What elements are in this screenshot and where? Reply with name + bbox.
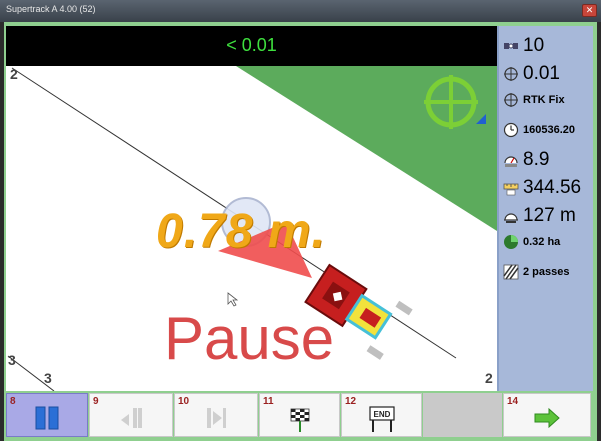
passes-value: 2 passes — [523, 266, 570, 278]
right-turn-button[interactable]: 10 — [174, 393, 258, 437]
end-button[interactable]: 12 END — [341, 393, 422, 437]
empty-slot — [423, 393, 502, 437]
implement-icon — [503, 208, 519, 224]
accuracy-row: 0.01 — [503, 62, 560, 86]
pass-label: 2 — [485, 370, 493, 386]
next-button[interactable]: 14 — [503, 393, 591, 437]
end-flag-icon: END — [342, 402, 421, 434]
clock-icon — [503, 122, 519, 138]
crosshair-icon — [503, 92, 519, 108]
start-button[interactable]: 11 — [259, 393, 340, 437]
close-icon[interactable]: ✕ — [582, 4, 597, 17]
offset-distance: 0.78 m. — [156, 205, 326, 258]
width-row: 127 m — [503, 204, 576, 228]
ruler-icon — [503, 180, 519, 196]
pass-label: 3 — [8, 352, 16, 368]
pause-button[interactable]: 8 — [6, 393, 88, 437]
width-value: 127 m — [523, 205, 576, 226]
cross-track-error: < 0.01 — [226, 35, 277, 55]
crosshair-icon — [503, 66, 519, 82]
pass-label: 2 — [10, 66, 18, 82]
right-turn-icon — [175, 402, 257, 434]
satellites-row: 10 — [503, 34, 544, 58]
speed-row: 8.9 — [503, 148, 549, 172]
speed-value: 8.9 — [523, 149, 550, 170]
satellite-icon — [503, 38, 519, 54]
accuracy-value: 0.01 — [523, 63, 560, 84]
left-turn-icon — [90, 402, 172, 434]
area-value: 0.32 ha — [523, 236, 561, 248]
title-bar: Supertrack A 4.00 (52) ✕ — [0, 0, 601, 22]
satellite-count: 10 — [523, 35, 545, 56]
pause-icon — [7, 402, 87, 434]
passes-row: 2 passes — [503, 260, 569, 284]
field-map[interactable]: 2 3 3 2 0.78 m. Pause — [6, 66, 497, 391]
area-row: 0.32 ha — [503, 230, 560, 254]
fix-row: RTK Fix — [503, 88, 565, 112]
app-window: Supertrack A 4.00 (52) ✕ < 0.01 2 3 3 2 … — [0, 0, 601, 441]
time-row: 160536.20 — [503, 118, 575, 142]
fix-type: RTK Fix — [523, 94, 565, 106]
next-arrow-icon — [504, 402, 590, 434]
bottom-toolbar: 8 9 10 11 12 END 14 — [6, 393, 593, 439]
status-panel: 10 0.01 RTK Fix 160536.20 8.9 344.56 127… — [497, 26, 593, 391]
time-value: 160536.20 — [523, 124, 575, 136]
pause-status: Pause — [164, 305, 335, 372]
area-icon — [503, 234, 519, 250]
end-flag-label: END — [373, 410, 390, 419]
start-flag-icon — [260, 402, 339, 434]
speedometer-icon — [503, 152, 519, 168]
passes-icon — [503, 264, 519, 280]
pass-label: 3 — [44, 370, 52, 386]
window-title: Supertrack A 4.00 (52) — [6, 4, 96, 14]
heading-row: 344.56 — [503, 176, 581, 200]
heading-value: 344.56 — [523, 177, 582, 198]
left-turn-button[interactable]: 9 — [89, 393, 173, 437]
guidance-bar: < 0.01 — [6, 26, 497, 66]
